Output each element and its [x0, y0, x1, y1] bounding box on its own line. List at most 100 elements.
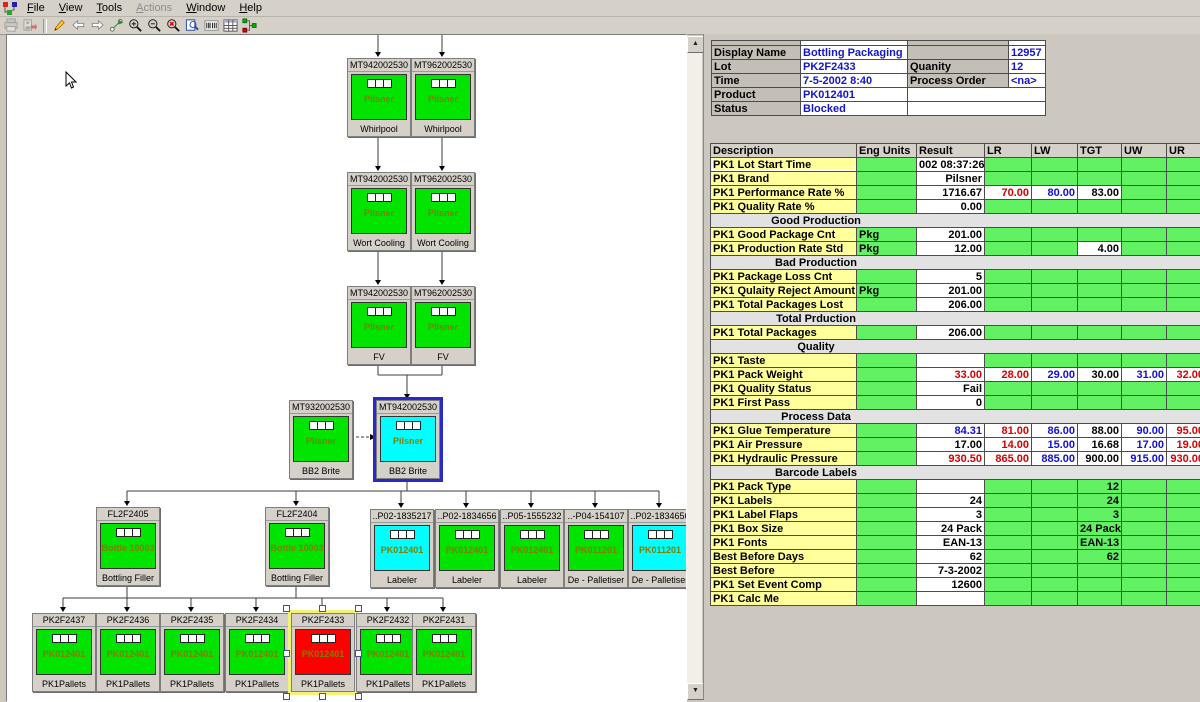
- result-cell[interactable]: 002 08:37:26: [917, 158, 985, 172]
- eng-units-cell[interactable]: [857, 172, 917, 186]
- description-cell[interactable]: PK1 Pack Type: [711, 480, 857, 494]
- uw-cell[interactable]: [1122, 242, 1167, 256]
- eng-units-cell[interactable]: [857, 494, 917, 508]
- lr-cell[interactable]: [985, 382, 1032, 396]
- ur-cell[interactable]: [1167, 326, 1200, 340]
- uw-cell[interactable]: [1122, 228, 1167, 242]
- description-cell[interactable]: PK1 Quality Rate %: [711, 200, 857, 214]
- lw-cell[interactable]: [1032, 564, 1078, 578]
- lot-node-mt942002530[interactable]: MT942002530PilsnerWhirlpool: [347, 58, 411, 137]
- result-cell[interactable]: [917, 480, 985, 494]
- tgt-cell[interactable]: [1078, 158, 1122, 172]
- uw-cell[interactable]: [1122, 396, 1167, 410]
- uw-cell[interactable]: 90.00: [1122, 424, 1167, 438]
- description-cell[interactable]: PK1 Box Size: [711, 522, 857, 536]
- lw-cell[interactable]: [1032, 508, 1078, 522]
- uw-cell[interactable]: [1122, 284, 1167, 298]
- description-cell[interactable]: Best Before Days: [711, 550, 857, 564]
- eng-units-cell[interactable]: [857, 550, 917, 564]
- lr-cell[interactable]: [985, 508, 1032, 522]
- eng-units-cell[interactable]: [857, 396, 917, 410]
- lr-cell[interactable]: 70.00: [985, 186, 1032, 200]
- ur-cell[interactable]: [1167, 536, 1200, 550]
- edit-pencil-icon[interactable]: [50, 18, 69, 34]
- tgt-cell[interactable]: [1078, 284, 1122, 298]
- lot-node-pk2f2433[interactable]: PK2F2433PK012401PK1Pallets: [291, 613, 355, 692]
- lot-node-mt942002530[interactable]: MT942002530PilsnerFV: [347, 286, 411, 365]
- eng-units-cell[interactable]: [857, 480, 917, 494]
- eng-units-cell[interactable]: Pkg: [857, 242, 917, 256]
- canvas-vertical-scrollbar[interactable]: ▲ ▼: [687, 36, 702, 700]
- lot-node-mt962002530[interactable]: MT962002530PilsnerWhirlpool: [411, 58, 475, 137]
- eng-units-cell[interactable]: [857, 452, 917, 466]
- uw-cell[interactable]: [1122, 382, 1167, 396]
- lot-node-mt932002530[interactable]: MT932002530PilsnerBB2 Brite: [289, 400, 353, 479]
- result-cell[interactable]: 62: [917, 550, 985, 564]
- lw-cell[interactable]: [1032, 382, 1078, 396]
- zoom-cancel-icon[interactable]: [164, 18, 183, 34]
- lr-cell[interactable]: [985, 354, 1032, 368]
- result-cell[interactable]: 12600: [917, 578, 985, 592]
- tgt-cell[interactable]: [1078, 592, 1122, 606]
- tgt-cell[interactable]: [1078, 298, 1122, 312]
- lw-cell[interactable]: 80.00: [1032, 186, 1078, 200]
- tgt-cell[interactable]: 16.68: [1078, 438, 1122, 452]
- lot-node-pk2f2432[interactable]: PK2F2432PK012401PK1Pallets: [356, 613, 420, 692]
- uw-cell[interactable]: [1122, 172, 1167, 186]
- uw-cell[interactable]: [1122, 550, 1167, 564]
- uw-cell[interactable]: [1122, 536, 1167, 550]
- uw-cell[interactable]: [1122, 186, 1167, 200]
- description-cell[interactable]: PK1 Pack Weight: [711, 368, 857, 382]
- selection-handle[interactable]: [355, 693, 362, 700]
- eng-units-cell[interactable]: Pkg: [857, 284, 917, 298]
- description-cell[interactable]: PK1 Labels: [711, 494, 857, 508]
- lr-cell[interactable]: 14.00: [985, 438, 1032, 452]
- tgt-cell[interactable]: 62: [1078, 550, 1122, 564]
- zoom-view-icon[interactable]: [183, 18, 202, 34]
- eng-units-cell[interactable]: [857, 186, 917, 200]
- ur-cell[interactable]: [1167, 564, 1200, 578]
- nav-back-icon[interactable]: [69, 18, 88, 34]
- lw-cell[interactable]: [1032, 284, 1078, 298]
- ur-cell[interactable]: [1167, 382, 1200, 396]
- eng-units-cell[interactable]: [857, 270, 917, 284]
- lot-node-p051555232[interactable]: ..P05-1555232PK012401Labeler: [500, 509, 564, 588]
- lw-cell[interactable]: 29.00: [1032, 368, 1078, 382]
- tgt-cell[interactable]: [1078, 354, 1122, 368]
- description-cell[interactable]: PK1 Calc Me: [711, 592, 857, 606]
- lw-cell[interactable]: [1032, 522, 1078, 536]
- menu-view[interactable]: View: [52, 1, 90, 15]
- ur-cell[interactable]: [1167, 270, 1200, 284]
- uw-cell[interactable]: [1122, 592, 1167, 606]
- result-cell[interactable]: 5: [917, 270, 985, 284]
- ur-cell[interactable]: [1167, 480, 1200, 494]
- selection-handle[interactable]: [283, 693, 290, 700]
- lr-cell[interactable]: [985, 200, 1032, 214]
- lot-node-pk2f2437[interactable]: PK2F2437PK012401PK1Pallets: [32, 613, 96, 692]
- ur-cell[interactable]: 19.00: [1167, 438, 1200, 452]
- tgt-cell[interactable]: EAN-13: [1078, 536, 1122, 550]
- uw-cell[interactable]: [1122, 354, 1167, 368]
- result-cell[interactable]: 84.31: [917, 424, 985, 438]
- lr-cell[interactable]: [985, 396, 1032, 410]
- tgt-cell[interactable]: [1078, 382, 1122, 396]
- description-cell[interactable]: PK1 Good Package Cnt: [711, 228, 857, 242]
- user-permissions-icon[interactable]: [21, 18, 40, 34]
- result-cell[interactable]: 24: [917, 494, 985, 508]
- lot-node-mt962002530[interactable]: MT962002530PilsnerWort Cooling: [411, 172, 475, 251]
- uw-cell[interactable]: [1122, 298, 1167, 312]
- lr-cell[interactable]: 81.00: [985, 424, 1032, 438]
- lw-cell[interactable]: [1032, 228, 1078, 242]
- lot-node-pk2f2436[interactable]: PK2F2436PK012401PK1Pallets: [96, 613, 160, 692]
- lr-cell[interactable]: [985, 284, 1032, 298]
- lr-cell[interactable]: [985, 326, 1032, 340]
- tgt-cell[interactable]: 900.00: [1078, 452, 1122, 466]
- result-cell[interactable]: [917, 354, 985, 368]
- ur-cell[interactable]: [1167, 242, 1200, 256]
- description-cell[interactable]: PK1 Air Pressure: [711, 438, 857, 452]
- description-cell[interactable]: PK1 Total Packages: [711, 326, 857, 340]
- eng-units-cell[interactable]: [857, 298, 917, 312]
- ur-cell[interactable]: [1167, 550, 1200, 564]
- tgt-cell[interactable]: [1078, 200, 1122, 214]
- result-cell[interactable]: 0.00: [917, 200, 985, 214]
